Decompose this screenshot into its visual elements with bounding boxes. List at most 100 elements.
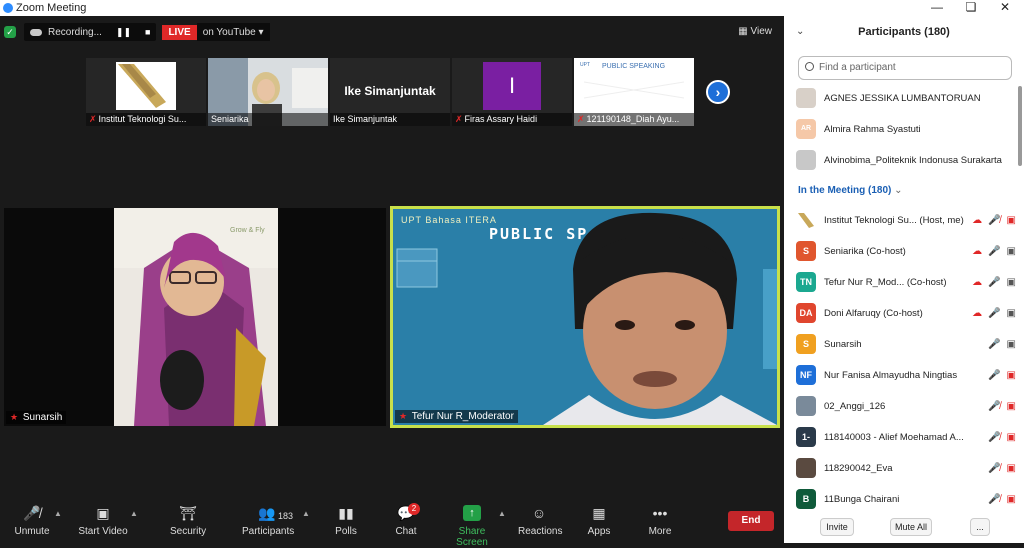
participant-video: Grow & Fly [4,208,386,426]
panel-scrollbar[interactable] [1018,86,1022,166]
more-options-button[interactable]: ... [970,518,990,536]
video-off-icon: ▣ [1006,369,1016,381]
mic-muted-icon: ✗ [455,114,463,124]
view-button[interactable]: ▦ View [738,26,772,37]
zoom-logo-icon [3,3,13,13]
participant-row[interactable]: DA Doni Alfaruqy (Co-host) ☁ 🎤 ▣ [796,302,1016,324]
video-thumb[interactable]: ✗ Institut Teknologi Su... [86,58,206,126]
end-meeting-button[interactable]: End [728,511,774,531]
meeting-toolbar: 🎤̸ Unmute ▲ ▣ Start Video ▲ ⛩ Security 👥 Par… [0,497,784,548]
cloud-icon [30,28,42,36]
mic-muted-icon: 🎤̸ [988,462,1001,474]
participant-row[interactable]: 1- 118140003 - Alief Moehamad A... 🎤̸ ▣ [796,426,1016,448]
avatar [796,210,816,230]
recording-status: Recording... ❚❚ ■ [24,23,157,41]
participant-search-input[interactable]: Find a participant [798,56,1012,80]
stream-label: on YouTube [202,26,256,38]
share-screen-button[interactable]: ↑ Share Screen [444,505,500,548]
window-title: Zoom Meeting [16,2,87,14]
avatar [796,396,816,416]
svg-text:Grow & Fly: Grow & Fly [230,227,265,234]
in-meeting-section-header[interactable]: In the Meeting (180) ⌄ [798,185,903,196]
slide-banner: UPT Bahasa ITERA [401,215,497,225]
participant-row[interactable]: B 11Bunga Chairani 🎤̸ ▣ [796,488,1016,510]
slide-title: PUBLIC SP [489,225,589,243]
invite-button[interactable]: Invite [820,518,854,536]
share-options-caret[interactable]: ▲ [498,509,506,518]
avatar: 1- [796,427,816,447]
video-tile-left[interactable]: Grow & Fly ★ Sunarsih [4,208,386,426]
participant-row[interactable]: TN Tefur Nur R_Mod... (Co-host) ☁ 🎤 ▣ [796,271,1016,293]
polls-icon: ▮▮ [338,505,354,521]
chat-badge: 2 [408,503,420,515]
security-button[interactable]: ⛩ Security [170,505,206,537]
apps-button[interactable]: ▦ Apps [586,505,612,537]
recording-cloud-icon: ☁ [972,245,983,257]
participant-row[interactable]: Institut Teknologi Su... (Host, me) ☁ 🎤̸ ▣ [796,209,1016,231]
security-shield-icon[interactable]: ✓ [4,26,16,38]
mic-muted-icon: 🎤̸ [988,400,1001,412]
audio-options-caret[interactable]: ▲ [54,509,62,518]
participant-row[interactable]: NF Nur Fanisa Almayudha Ningtias 🎤 ▣ [796,364,1016,386]
pause-recording-icon[interactable]: ❚❚ [116,27,131,38]
mic-icon: 🎤 [988,276,1001,288]
participant-row[interactable]: Alvinobima_Politeknik Indonusa Surakarta [796,149,1016,171]
maximize-button[interactable]: ❏ [954,0,988,16]
participant-row[interactable]: AGNES JESSIKA LUMBANTORUAN [796,87,1016,109]
participant-row[interactable]: S Seniarika (Co-host) ☁ 🎤 ▣ [796,240,1016,262]
close-button[interactable]: ✕ [988,0,1022,16]
chevron-down-icon: ⌄ [894,185,903,196]
pin-icon: ★ [10,412,19,422]
recording-cloud-icon: ☁ [972,276,983,288]
avatar [796,88,816,108]
reactions-button[interactable]: ☺ Reactions [518,505,562,537]
video-thumb[interactable]: Seniarika [208,58,328,126]
mic-icon: 🎤 [988,307,1001,319]
live-badge[interactable]: LIVE [162,24,197,40]
video-tile-active-speaker[interactable]: UPT Bahasa ITERA PUBLIC SP ★ Tefur Nur R… [390,206,780,428]
avatar: AR [796,119,816,139]
participant-row[interactable]: 118290042_Eva 🎤̸ ▣ [796,457,1016,479]
stop-recording-icon[interactable]: ■ [145,27,150,37]
avatar [796,150,816,170]
video-off-icon: ▣ [1006,400,1016,412]
stream-dropdown[interactable]: on YouTube ▾ [196,23,270,41]
participant-row[interactable]: S Sunarsih 🎤 ▣ [796,333,1016,355]
pin-icon: ★ [399,411,408,421]
avatar: S [796,334,816,354]
participants-button[interactable]: 👥 Participants [242,505,294,537]
mic-muted-icon: 🎤̸ [988,214,1001,226]
mic-muted-icon: 🎤̸ [988,493,1001,505]
more-button[interactable]: ••• More [646,505,674,537]
recording-cloud-icon: ☁ [972,214,983,226]
video-thumb[interactable]: Ike Simanjuntak Ike Simanjuntak [330,58,450,126]
video-thumb[interactable]: I ✗ Firas Assary Haidi [452,58,572,126]
unmute-button[interactable]: 🎤̸ Unmute [14,505,50,537]
video-off-icon: ▣ [1006,493,1016,505]
avatar: NF [796,365,816,385]
apps-icon: ▦ [592,505,606,521]
svg-text:UPT: UPT [580,62,590,68]
avatar: B [796,489,816,509]
video-off-icon: ▣ [1006,214,1016,226]
search-icon [805,62,814,71]
tile-name-label: ★ Sunarsih [6,411,67,424]
meeting-area: ✓ Recording... ❚❚ ■ LIVE on YouTube ▾ ▦ … [0,16,784,543]
polls-button[interactable]: ▮▮ Polls [332,505,360,537]
video-thumb[interactable]: UPT PUBLIC SPEAKING ✗ 121190148_Diah Ayu.… [574,58,694,126]
participants-options-caret[interactable]: ▲ [302,509,310,518]
video-icon: ▣ [1006,307,1016,319]
more-dots-icon: ••• [652,505,668,521]
mute-all-button[interactable]: Mute All [890,518,932,536]
next-page-button[interactable]: › [706,80,730,104]
recording-cloud-icon: ☁ [972,307,983,319]
participant-row[interactable]: AR Almira Rahma Syastuti [796,118,1016,140]
participants-count: 183 [278,511,294,521]
mic-icon: 🎤 [988,245,1001,257]
minimize-button[interactable]: — [920,0,954,16]
video-options-caret[interactable]: ▲ [130,509,138,518]
start-video-button[interactable]: ▣ Start Video [78,505,128,537]
participant-row[interactable]: 02_Anggi_126 🎤̸ ▣ [796,395,1016,417]
thumb-name: Ike Simanjuntak [330,113,450,126]
mic-muted-icon: 🎤̸ [988,431,1001,443]
